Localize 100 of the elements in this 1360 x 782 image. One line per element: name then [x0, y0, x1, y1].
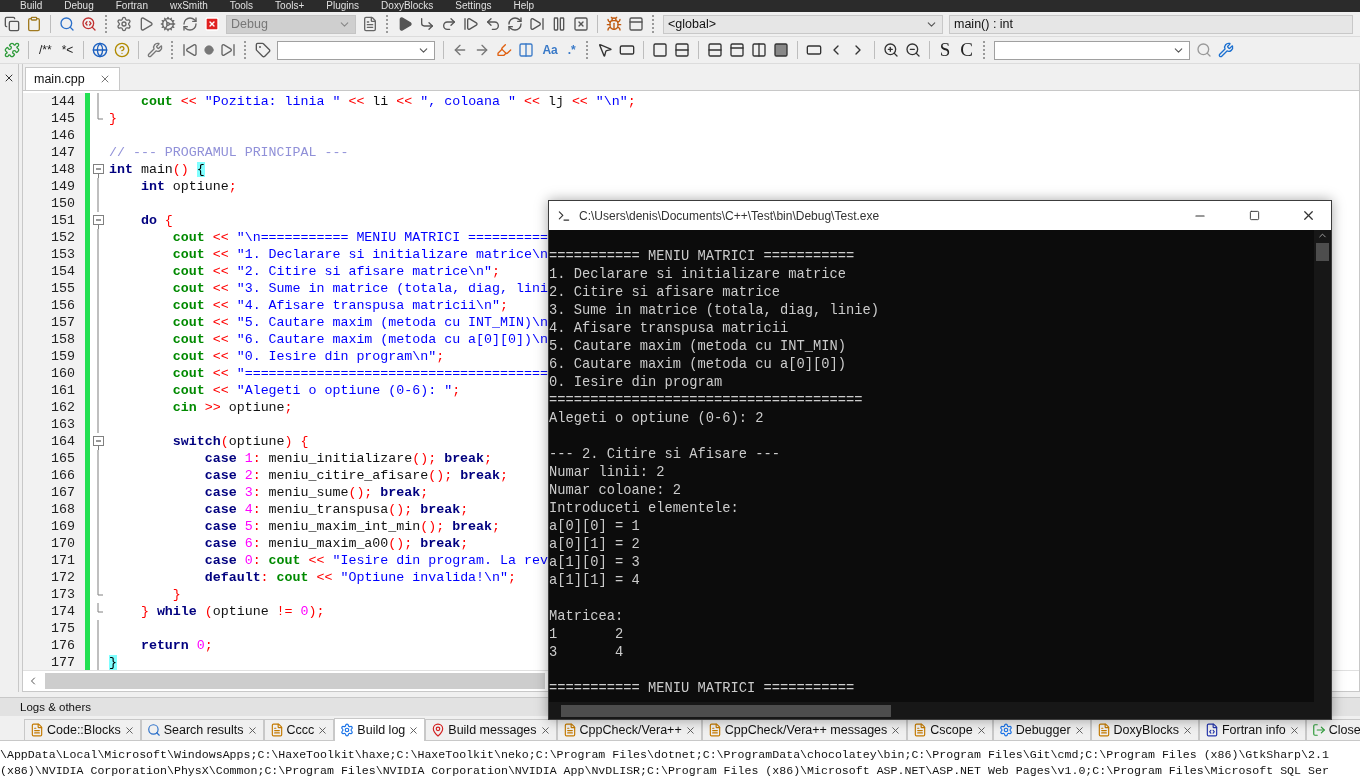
settings-icon[interactable] — [116, 16, 132, 32]
skip-forward-icon[interactable] — [529, 16, 545, 32]
console-line: =========== MENIU MATRICI =========== — [549, 248, 856, 266]
play-icon[interactable] — [397, 16, 413, 32]
close-icon[interactable] — [408, 724, 420, 736]
zoom-out-icon[interactable] — [904, 42, 921, 58]
paste-icon[interactable] — [26, 16, 42, 32]
log-tab[interactable]: Build log — [334, 718, 426, 741]
step-icon[interactable] — [419, 16, 435, 32]
log-tab[interactable]: Code::Blocks — [24, 719, 141, 740]
stop-icon[interactable] — [573, 16, 589, 32]
syntax-button[interactable]: S — [937, 39, 953, 61]
search-option-button[interactable]: Aa — [540, 43, 560, 57]
rows-icon[interactable] — [706, 42, 723, 58]
console-line: 0. Iesire din program — [549, 374, 724, 392]
undo-icon[interactable] — [485, 16, 501, 32]
help-icon[interactable] — [114, 42, 131, 58]
scope-dropdown[interactable]: <global> — [663, 14, 943, 34]
close-icon[interactable] — [3, 72, 15, 84]
search-icon — [146, 723, 161, 737]
close-icon[interactable] — [1181, 724, 1193, 736]
code-line: int main() { — [108, 160, 205, 178]
refresh-icon[interactable] — [507, 16, 523, 32]
code-line: cout << "2. Citire si afisare matrice\n"; — [171, 262, 500, 280]
log-tab[interactable]: Build messages — [425, 719, 557, 740]
highlighter-icon[interactable] — [496, 42, 513, 58]
menu-item[interactable]: Tools — [229, 0, 254, 12]
console-line: Numar coloane: 2 — [549, 482, 683, 500]
settings-icon — [340, 723, 355, 737]
document-icon[interactable] — [362, 16, 378, 32]
menu-item[interactable]: wxSmith — [169, 0, 208, 12]
comment-button[interactable]: *< — [59, 43, 76, 57]
syntax-button[interactable]: C — [958, 39, 975, 61]
search-icon[interactable] — [59, 16, 75, 32]
menu-item[interactable]: Build — [20, 0, 43, 12]
rectangle-icon[interactable] — [618, 42, 635, 58]
console-line: --- 2. Citire si Afisare --- — [549, 446, 782, 464]
console-line: a[1][1] = 4 — [549, 572, 641, 590]
next-icon[interactable] — [220, 42, 237, 58]
search-combo[interactable] — [277, 40, 436, 60]
code-line: cout << "\n=========== MENIU MATRICI ========== — [171, 228, 548, 246]
menu-item[interactable]: Plugins — [326, 0, 360, 12]
play-icon[interactable] — [138, 16, 154, 32]
rectangle-icon[interactable] — [805, 42, 822, 58]
tag-icon[interactable] — [255, 42, 272, 58]
step-forward-icon[interactable] — [463, 16, 479, 32]
window-icon[interactable] — [628, 16, 644, 32]
menu-item[interactable]: Debug — [64, 0, 94, 12]
gear-icon[interactable] — [160, 16, 176, 32]
log-tab[interactable]: Search results — [140, 719, 264, 740]
scrollbar-thumb[interactable] — [45, 673, 545, 690]
globe-icon[interactable] — [92, 42, 109, 58]
copy-icon[interactable] — [4, 16, 20, 32]
comment-button[interactable]: /** — [37, 43, 54, 57]
menu-item[interactable]: Settings — [455, 0, 492, 12]
file-tab[interactable]: main.cpp — [25, 66, 120, 90]
bug-icon[interactable] — [606, 16, 622, 32]
pause-icon[interactable] — [551, 16, 567, 32]
puzzle-icon[interactable] — [4, 42, 20, 58]
log-tab[interactable]: Cscope — [907, 719, 993, 740]
scrollbar-thumb[interactable] — [1316, 243, 1329, 261]
search-combo[interactable] — [994, 40, 1190, 60]
log-tab[interactable]: Cccc — [263, 719, 335, 740]
log-tab[interactable]: Close — [1305, 719, 1360, 740]
maximize-icon[interactable] — [1248, 210, 1260, 221]
menu-item[interactable]: DoxyBlocks — [381, 0, 434, 12]
rows-icon[interactable] — [673, 42, 690, 58]
bookmark-icon[interactable] — [204, 45, 215, 55]
close-icon[interactable] — [684, 724, 696, 736]
close-icon[interactable] — [1288, 724, 1300, 736]
refresh-icon[interactable] — [182, 16, 198, 32]
code-line: case 0: cout << "Iesire din program. La rev — [203, 551, 548, 569]
close-icon[interactable] — [1073, 724, 1085, 736]
redo-icon[interactable] — [441, 16, 457, 32]
replace-icon[interactable] — [81, 16, 97, 32]
menu-item[interactable]: Tools+ — [275, 0, 305, 12]
zoom-in-icon[interactable] — [882, 42, 899, 58]
menu-item[interactable]: Help — [513, 0, 535, 12]
code-line: do { — [139, 211, 173, 229]
columns-icon[interactable] — [750, 42, 767, 58]
square-icon[interactable] — [772, 42, 789, 58]
square-icon[interactable] — [651, 42, 668, 58]
log-tab[interactable]: CppCheck/Vera++ messages — [701, 719, 908, 740]
panel-icon[interactable] — [728, 42, 745, 58]
close-icon[interactable] — [890, 724, 902, 736]
code-line: } while (optiune != 0); — [139, 602, 325, 620]
search-option-button[interactable]: .* — [565, 43, 578, 57]
code-line: } — [171, 585, 181, 603]
close-icon[interactable] — [975, 724, 987, 736]
console-line: 2. Citire si afisare matrice — [549, 284, 782, 302]
console-line: Numar linii: 2 — [549, 464, 666, 482]
scrollbar-thumb[interactable] — [561, 704, 891, 717]
wrench-icon[interactable] — [147, 42, 164, 58]
wrench-icon[interactable] — [1218, 42, 1234, 58]
pointer-icon[interactable] — [596, 42, 613, 58]
close-icon[interactable] — [539, 724, 551, 736]
symbol-dropdown[interactable]: main() : int — [949, 14, 1353, 34]
previous-icon[interactable] — [182, 42, 199, 58]
console-line: a[0][1] = 2 — [549, 536, 641, 554]
menu-item[interactable]: Fortran — [115, 0, 148, 12]
